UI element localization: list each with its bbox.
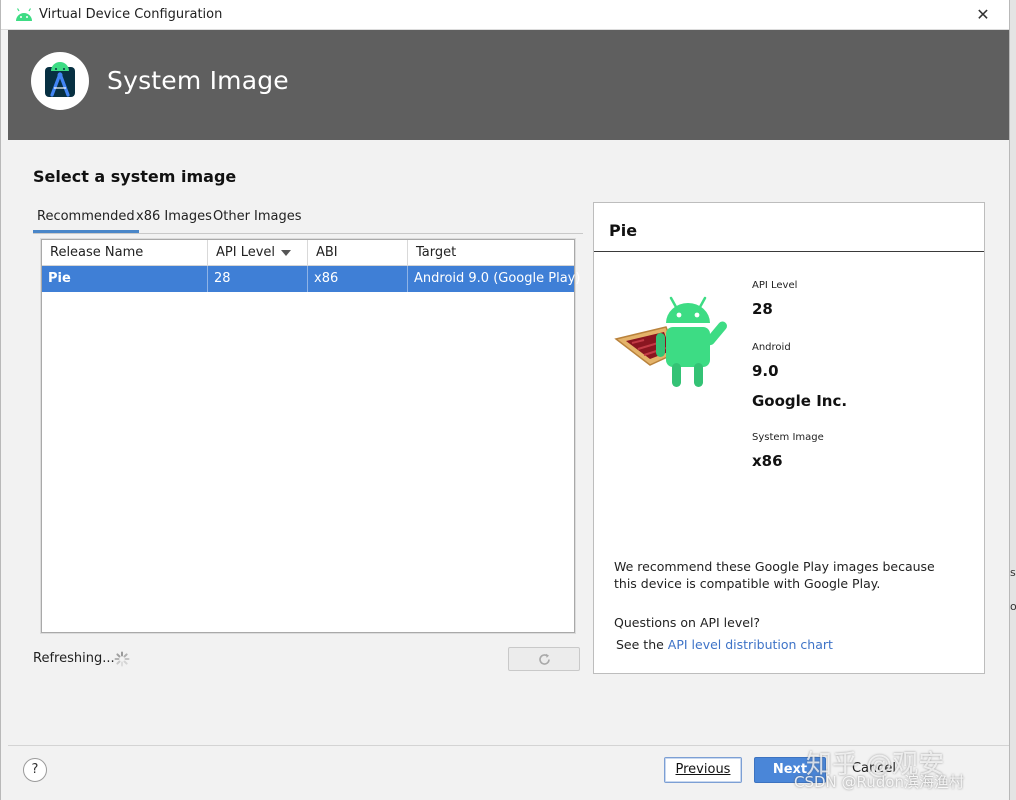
status-text: Refreshing... (33, 651, 115, 666)
api-level-label: API Level (752, 280, 798, 291)
csdn-credit: CSDN @Rudon滨海渔村 (794, 773, 964, 791)
close-icon[interactable]: ✕ (971, 4, 995, 26)
sort-descending-icon (281, 249, 292, 256)
details-divider (594, 251, 984, 252)
system-image-value: x86 (752, 452, 783, 470)
column-target[interactable]: Target (408, 240, 574, 266)
android-studio-logo-icon (31, 52, 89, 110)
refresh-button[interactable] (508, 647, 580, 671)
see-the-prefix: See the (616, 637, 668, 652)
system-image-label: System Image (752, 432, 824, 443)
tab-x86-images[interactable]: x86 Images (132, 209, 216, 230)
system-image-table: Release Name API Level ABI Target Pie 28… (41, 239, 581, 633)
api-level-value: 28 (752, 300, 773, 318)
page-title: System Image (107, 66, 289, 95)
window-title: Virtual Device Configuration (39, 7, 223, 22)
android-version-value: 9.0 (752, 362, 779, 380)
image-tabs: Recommended x86 Images Other Images (33, 206, 583, 234)
tab-recommended[interactable]: Recommended (33, 209, 139, 233)
help-button[interactable]: ? (23, 758, 47, 782)
details-title: Pie (609, 221, 638, 240)
column-abi[interactable]: ABI (308, 240, 408, 266)
cell-target: Android 9.0 (Google Play) (414, 271, 581, 286)
api-chart-line: See the API level distribution chart (616, 637, 833, 652)
android-head-icon (16, 8, 32, 21)
dialog-window: Virtual Device Configuration ✕ System Im… (0, 0, 1010, 800)
main-content: Select a system image Recommended x86 Im… (8, 140, 1009, 745)
tab-other-images[interactable]: Other Images (209, 209, 306, 230)
table-header: Release Name API Level ABI Target (42, 240, 574, 266)
image-details-panel: Pie API Level 28 Android 9.0 Google Inc.… (593, 202, 985, 674)
cell-abi: x86 (308, 266, 408, 292)
loading-spinner-icon (114, 651, 130, 667)
background-window-strip: si o (1010, 0, 1016, 800)
column-release-name[interactable]: Release Name (42, 240, 208, 266)
section-title: Select a system image (33, 167, 237, 186)
title-bar: Virtual Device Configuration ✕ (1, 0, 1009, 30)
previous-button[interactable]: Previous (664, 757, 742, 783)
wizard-header: System Image (8, 30, 1009, 140)
cell-api-level: 28 (208, 266, 308, 292)
android-pie-mascot-icon (614, 296, 727, 387)
recommendation-text: We recommend these Google Play images be… (614, 559, 935, 591)
android-label: Android (752, 342, 791, 353)
background-text-fragment: o (1010, 600, 1016, 613)
background-text-fragment: si (1010, 566, 1016, 579)
api-level-distribution-link[interactable]: API level distribution chart (668, 637, 833, 652)
refresh-icon (539, 653, 550, 665)
questions-text: Questions on API level? (614, 615, 761, 630)
cell-release-name: Pie (42, 266, 208, 292)
vendor-value: Google Inc. (752, 392, 848, 410)
table-row[interactable]: Pie 28 x86 Android 9.0 (Google Play) (42, 266, 581, 292)
column-api-level[interactable]: API Level (208, 240, 308, 266)
